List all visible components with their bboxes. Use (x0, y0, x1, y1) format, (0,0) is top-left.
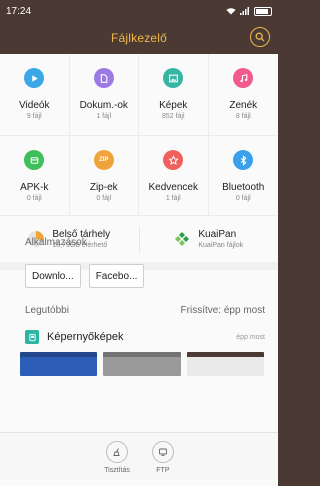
category-label: Dokum.-ok (79, 100, 128, 111)
status-time: 17:24 (6, 5, 32, 17)
category-count: 1 fájl (96, 113, 112, 120)
category-count: 1 fájl (165, 195, 181, 202)
category-count: 8 fájl (235, 113, 251, 120)
ftp-label: FTP (156, 467, 170, 474)
category-label: APK-k (20, 182, 49, 193)
category-label: Bluetooth (222, 182, 265, 193)
category-count: 0 fájl (26, 195, 42, 202)
apk-icon (24, 150, 45, 170)
category-images[interactable]: Képek 852 fájl (139, 54, 209, 136)
category-label: Kedvencek (148, 182, 198, 193)
apps-heading: Alkalmazások (25, 237, 87, 248)
bottom-toolbar: Tisztítás FTP (0, 432, 278, 480)
category-favorites[interactable]: Kedvencek 1 fájl (139, 136, 209, 216)
category-count: 0 fájl (235, 195, 251, 202)
thumbnail[interactable] (186, 352, 264, 376)
kuaipan-logo-icon (175, 232, 190, 246)
category-documents[interactable]: Dokum.-ok 1 fájl (69, 54, 139, 136)
main-content: Videók 9 fájl Dokum.-ok 1 fájl Képek 852… (0, 54, 278, 486)
category-videos[interactable]: Videók 9 fájl (0, 54, 70, 136)
recent-refresh-status: Frissítve: épp most (180, 305, 265, 316)
app-title: Fájlkezelő (110, 31, 168, 45)
recent-item-name: Képernyőképek (47, 331, 124, 343)
category-count: 852 fájl (161, 113, 185, 120)
clean-button[interactable]: Tisztítás (104, 441, 130, 480)
kuaipan-title: KuaiPan (198, 229, 237, 240)
category-count: 9 fájl (26, 113, 42, 120)
star-icon (163, 150, 184, 170)
broom-icon (106, 441, 128, 463)
recent-header: Legutóbbi Frissítve: épp most (25, 305, 265, 316)
screenshot-folder-icon (25, 330, 39, 344)
clean-label: Tisztítás (104, 467, 130, 474)
category-label: Zip-ek (89, 182, 118, 193)
recent-item-time: épp most (236, 333, 265, 341)
status-bar: 17:24 (0, 0, 278, 22)
thumbnail[interactable] (20, 352, 98, 376)
category-bluetooth[interactable]: Bluetooth 0 fájl (208, 136, 278, 216)
kuaipan-sub: KuaiPan fájlok (198, 242, 244, 249)
zip-icon: ZIP (93, 150, 114, 170)
bluetooth-icon (233, 150, 254, 170)
category-label: Zenék (229, 100, 258, 111)
ftp-icon (151, 441, 174, 463)
search-button[interactable] (250, 27, 270, 47)
category-grid: Videók 9 fájl Dokum.-ok 1 fájl Képek 852… (0, 54, 278, 216)
wifi-icon (226, 8, 236, 15)
app-chip-downloads[interactable]: Downlo... (25, 264, 81, 288)
recent-heading: Legutóbbi (25, 305, 69, 316)
search-icon (255, 32, 265, 42)
category-zip[interactable]: ZIP Zip-ek 0 fájl (69, 136, 139, 216)
kuaipan-storage[interactable]: KuaiPan KuaiPan fájlok (140, 216, 279, 262)
play-icon (24, 68, 45, 88)
category-label: Videók (19, 100, 50, 111)
signal-icon (240, 7, 249, 15)
document-icon (93, 68, 114, 88)
music-icon (233, 68, 254, 88)
category-apk[interactable]: APK-k 0 fájl (0, 136, 70, 216)
recent-item[interactable]: Képernyőképek épp most (25, 330, 265, 344)
app-bar: Fájlkezelő (0, 22, 278, 54)
recent-thumbnails (20, 352, 264, 376)
thumbnail[interactable] (103, 352, 181, 376)
category-label: Képek (159, 100, 188, 111)
category-music[interactable]: Zenék 8 fájl (208, 54, 278, 136)
image-icon (163, 68, 184, 88)
ftp-button[interactable]: FTP (151, 441, 174, 480)
category-count: 0 fájl (96, 195, 112, 202)
app-chip-facebook[interactable]: Facebo... (88, 264, 145, 288)
apps-row: Downlo... Facebo... (25, 264, 145, 288)
battery-icon (254, 6, 272, 16)
